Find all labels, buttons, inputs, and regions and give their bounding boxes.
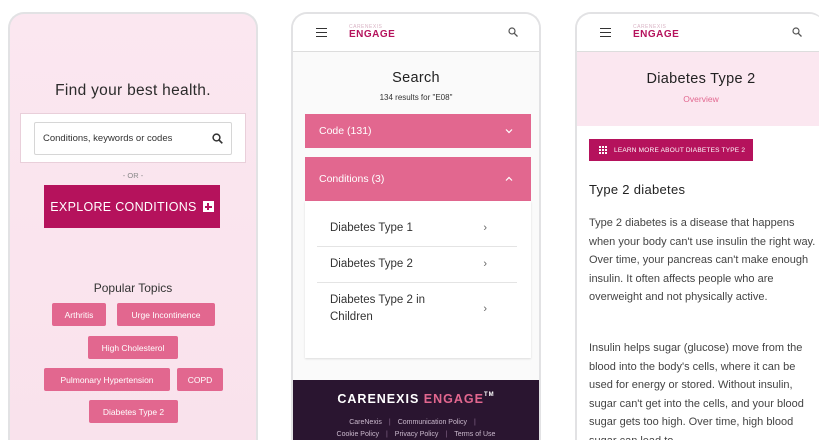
- footer-links-row1: CareNexis | Communication Policy |: [349, 419, 476, 426]
- condition-detail-screen: CARENEXIS ENGAGE Diabetes Type 2 Overvie…: [575, 12, 819, 440]
- footer-link[interactable]: Terms of Use: [454, 431, 495, 438]
- topic-chip[interactable]: Urge Incontinence: [117, 303, 215, 326]
- condition-label: Diabetes Type 2 in Children: [330, 294, 426, 323]
- condition-label: Diabetes Type 1: [330, 222, 413, 234]
- footer-tm: TM: [483, 392, 495, 398]
- brand-bottom: ENGAGE: [633, 29, 680, 40]
- topic-chip[interactable]: COPD: [177, 368, 223, 391]
- conditions-list: Diabetes Type 1 › Diabetes Type 2 › Diab…: [305, 201, 531, 358]
- footer-brand-b: ENGAGE: [423, 392, 484, 406]
- body-paragraph: Insulin helps sugar (glucose) move from …: [589, 342, 804, 440]
- results-count: 134 results for "E08": [379, 93, 453, 102]
- condition-subtitle: Overview: [683, 94, 719, 104]
- explore-conditions-button[interactable]: EXPLORE CONDITIONS: [44, 185, 220, 228]
- search-icon[interactable]: [792, 27, 802, 37]
- footer-link[interactable]: Cookie Policy: [337, 431, 379, 438]
- code-section-header[interactable]: Code (131): [305, 114, 531, 148]
- explore-conditions-label: EXPLORE CONDITIONS: [50, 199, 197, 214]
- footer-link[interactable]: Privacy Policy: [395, 431, 439, 438]
- footer-logo: CARENEXIS ENGAGETM: [293, 392, 539, 406]
- footer-link[interactable]: CareNexis: [349, 419, 382, 426]
- chevron-right-icon: ›: [483, 222, 487, 234]
- chevron-up-icon: [505, 174, 513, 184]
- body-paragraph: Type 2 diabetes is a disease that happen…: [589, 217, 816, 303]
- condition-item[interactable]: Diabetes Type 1 ›: [317, 220, 517, 237]
- topic-chip[interactable]: High Cholesterol: [88, 336, 178, 359]
- home-title: Find your best health.: [55, 82, 211, 99]
- learn-more-label: LEARN MORE ABOUT DIABETES TYPE 2: [614, 146, 746, 154]
- footer-links-row2: Cookie Policy | Privacy Policy | Terms of Us…: [336, 431, 496, 438]
- brand-logo: CARENEXIS ENGAGE: [349, 25, 395, 40]
- conditions-section-label: Conditions (3): [319, 173, 385, 185]
- menu-icon[interactable]: [316, 28, 327, 37]
- topic-chip[interactable]: Arthritis: [52, 303, 106, 326]
- condition-item[interactable]: Diabetes Type 2 ›: [317, 256, 517, 273]
- section-heading: Type 2 diabetes: [589, 182, 686, 197]
- code-section-label: Code (131): [319, 125, 372, 137]
- learn-more-button[interactable]: LEARN MORE ABOUT DIABETES TYPE 2: [589, 139, 753, 161]
- condition-title: Diabetes Type 2: [646, 71, 756, 87]
- search-screen: CARENEXIS ENGAGE Search 134 results for …: [291, 12, 541, 440]
- chevron-right-icon: ›: [483, 303, 487, 315]
- topic-chip[interactable]: Pulmonary Hypertension: [44, 368, 170, 391]
- footer-brand-a: CARENEXIS: [337, 392, 420, 406]
- search-card: Conditions, keywords or codes: [20, 113, 246, 163]
- or-divider: - OR -: [122, 171, 144, 180]
- app-bar: CARENEXIS ENGAGE: [577, 14, 819, 52]
- conditions-section-header[interactable]: Conditions (3): [305, 157, 531, 201]
- home-screen: Find your best health. Conditions, keywo…: [8, 12, 258, 440]
- app-bar: CARENEXIS ENGAGE: [293, 14, 539, 52]
- condition-hero: Diabetes Type 2 Overview: [577, 52, 819, 126]
- search-input[interactable]: Conditions, keywords or codes: [34, 122, 232, 155]
- condition-item[interactable]: Diabetes Type 2 in Children ›: [317, 292, 517, 326]
- grid-icon: [599, 146, 607, 154]
- brand-logo: CARENEXIS ENGAGE: [633, 25, 679, 40]
- list-divider: [317, 282, 517, 283]
- stage: Find your best health. Conditions, keywo…: [0, 0, 819, 440]
- search-placeholder: Conditions, keywords or codes: [43, 133, 173, 144]
- footer-link[interactable]: Communication Policy: [398, 419, 467, 426]
- menu-icon[interactable]: [600, 28, 611, 37]
- chevron-right-icon: ›: [483, 258, 487, 270]
- brand-bottom: ENGAGE: [349, 29, 396, 40]
- list-divider: [317, 246, 517, 247]
- topic-chip[interactable]: Diabetes Type 2: [89, 400, 178, 423]
- condition-label: Diabetes Type 2: [330, 258, 413, 270]
- chevron-down-icon: [505, 126, 513, 136]
- site-footer: CARENEXIS ENGAGETM CareNexis | Communicati…: [293, 380, 539, 440]
- search-icon[interactable]: [212, 133, 223, 144]
- search-icon[interactable]: [508, 27, 518, 37]
- popular-topics-title: Popular Topics: [93, 281, 173, 295]
- plus-box-icon: [202, 201, 214, 212]
- search-title: Search: [392, 70, 440, 86]
